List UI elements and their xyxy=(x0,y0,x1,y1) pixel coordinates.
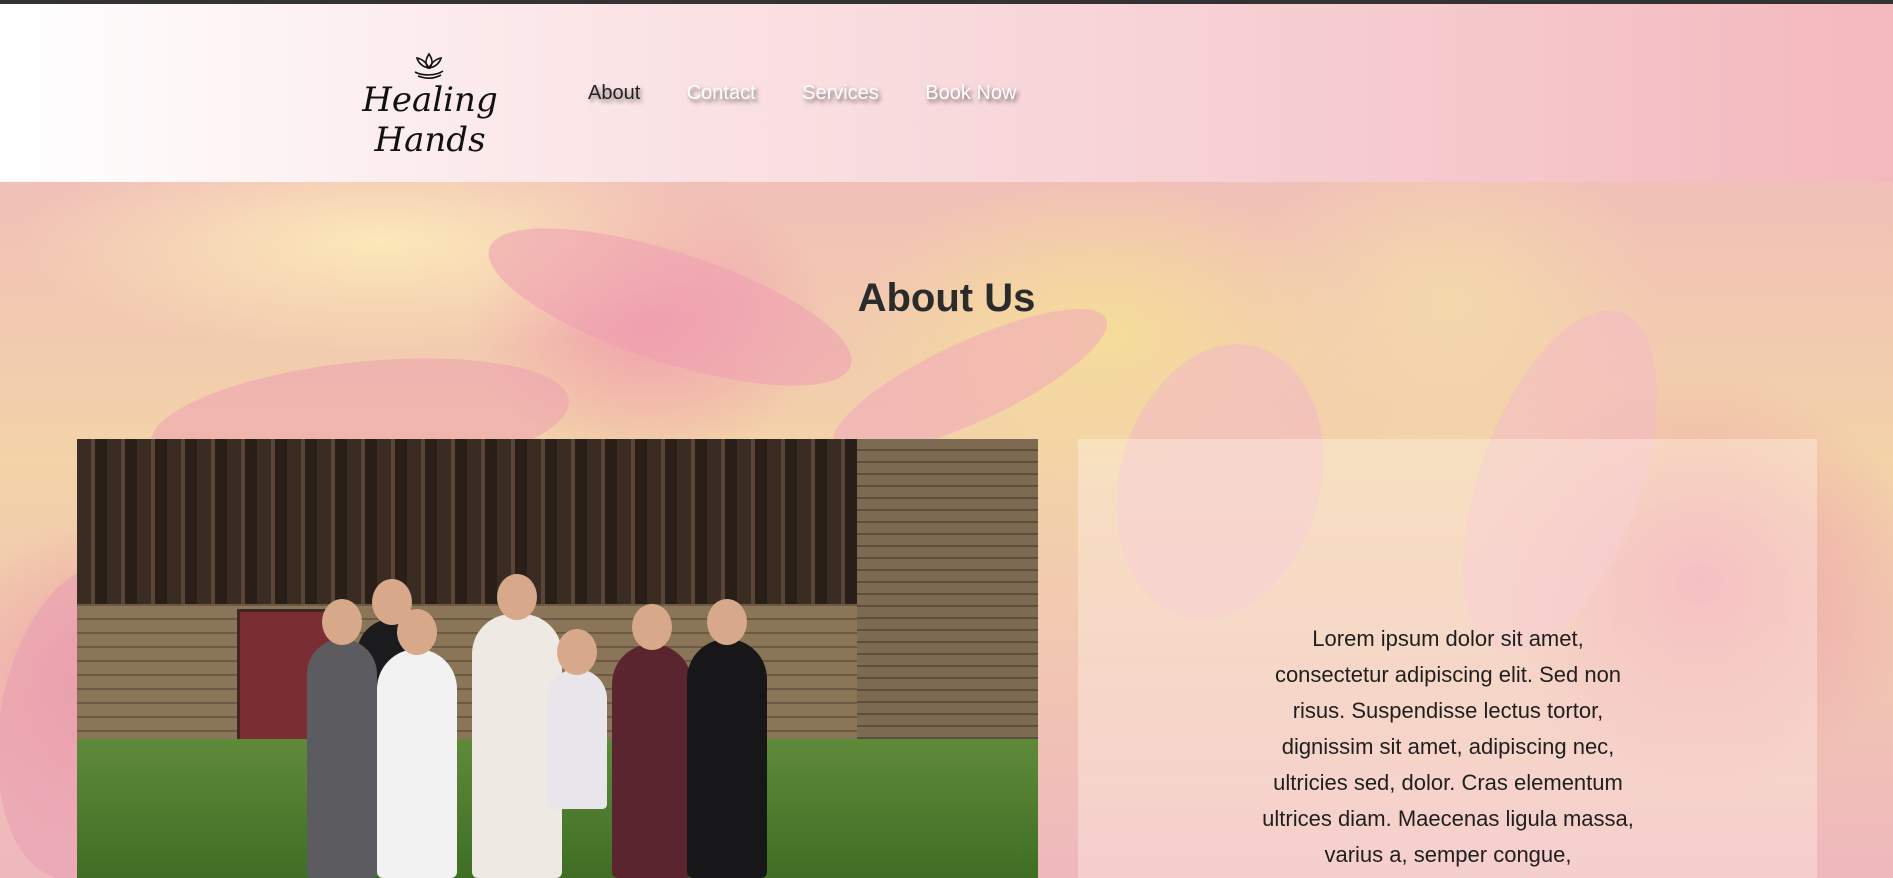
site-header: Healing Hands About Contact Services Boo… xyxy=(0,4,1893,182)
photo-barn-wall xyxy=(77,439,857,609)
page-title: About Us xyxy=(857,276,1036,320)
photo-person xyxy=(612,604,692,878)
photo-person xyxy=(687,599,767,878)
nav-contact[interactable]: Contact xyxy=(687,82,756,105)
main-nav: About Contact Services Book Now xyxy=(588,82,1058,112)
about-text-panel: Lorem ipsum dolor sit amet, consectetur … xyxy=(1078,439,1817,878)
nav-book-now[interactable]: Book Now xyxy=(925,82,1016,105)
photo-person xyxy=(547,629,607,809)
site-logo[interactable]: Healing Hands xyxy=(340,52,520,160)
nav-about[interactable]: About xyxy=(588,82,640,105)
nav-services[interactable]: Services xyxy=(802,82,879,105)
family-photo xyxy=(77,439,1038,878)
photo-person xyxy=(307,599,377,878)
about-body-text: Lorem ipsum dolor sit amet, consectetur … xyxy=(1262,626,1634,867)
logo-text: Healing Hands xyxy=(362,80,498,160)
lotus-hand-icon xyxy=(414,52,444,79)
photo-person xyxy=(377,609,457,878)
about-section: About Us Lorem ipsum dolor sit amet, con… xyxy=(0,182,1893,878)
